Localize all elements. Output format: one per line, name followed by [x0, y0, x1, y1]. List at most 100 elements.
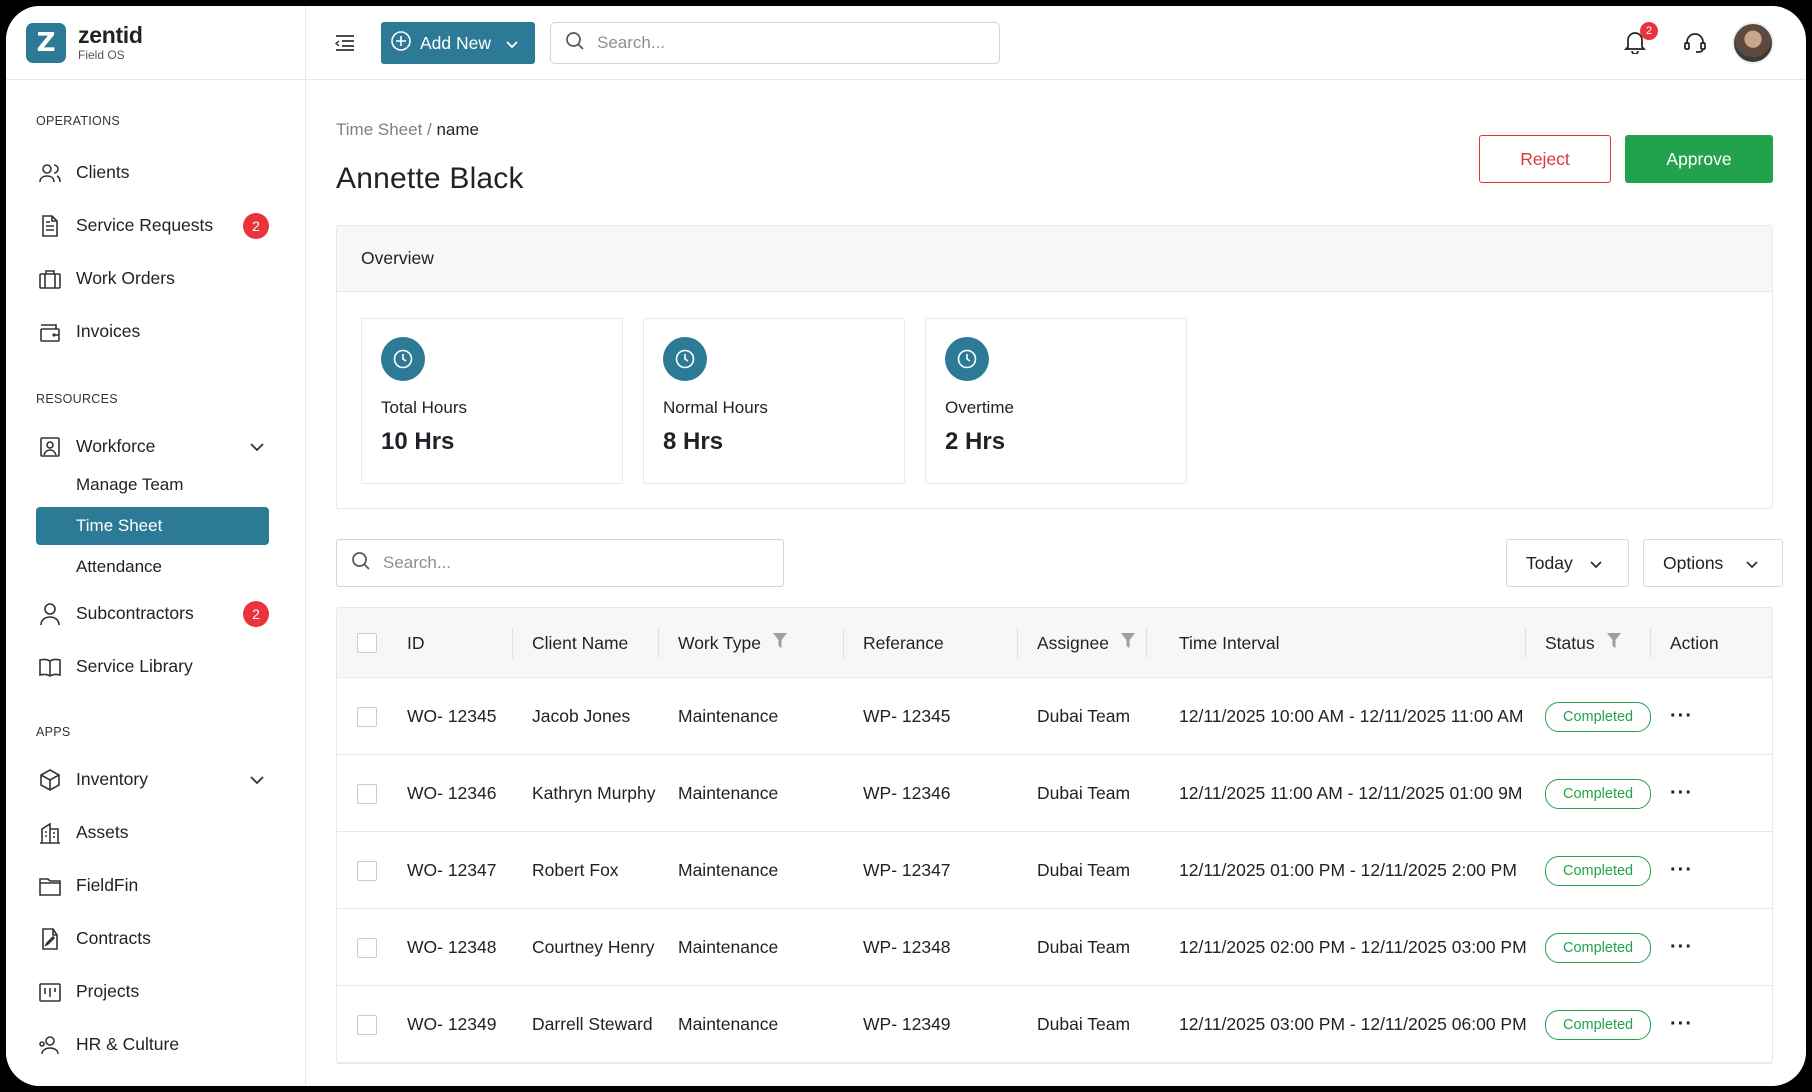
chevron-down-icon	[1589, 553, 1603, 574]
sidebar-item-invoices[interactable]: Invoices	[36, 305, 269, 358]
select-all-checkbox[interactable]	[357, 633, 377, 653]
row-checkbox[interactable]	[357, 1014, 377, 1035]
box-icon	[36, 766, 64, 794]
plus-circle-icon	[390, 30, 412, 57]
more-options-icon[interactable]: ···	[1670, 859, 1693, 882]
sidebar-item-hr-culture[interactable]: HR & Culture	[36, 1018, 269, 1071]
options-dropdown[interactable]: Options	[1643, 539, 1783, 587]
more-options-icon[interactable]: ···	[1670, 1013, 1693, 1036]
filter-icon[interactable]	[773, 632, 787, 654]
add-new-button[interactable]: Add New	[381, 22, 535, 64]
count-badge: 2	[243, 212, 269, 239]
sidebar-item-subcontractors[interactable]: Subcontractors 2	[36, 587, 269, 640]
row-checkbox[interactable]	[357, 860, 377, 881]
sidebar-item-clients[interactable]: Clients	[36, 146, 269, 199]
row-checkbox[interactable]	[357, 937, 377, 958]
sidebar-item-work-orders[interactable]: Work Orders	[36, 252, 269, 305]
section-apps: APPS	[36, 725, 71, 739]
sidebar-item-workforce[interactable]: Workforce	[36, 420, 269, 473]
menu-toggle-icon[interactable]	[334, 34, 356, 57]
cell-client: Kathryn Murphy	[532, 783, 656, 803]
more-options-icon[interactable]: ···	[1670, 782, 1693, 805]
breadcrumb: Time Sheet / name	[336, 120, 479, 140]
chevron-down-icon[interactable]	[249, 769, 265, 790]
column-label: Assignee	[1037, 632, 1109, 653]
sidebar-item-assets[interactable]: Assets	[36, 806, 269, 859]
building-icon	[36, 819, 64, 847]
sidebar-item-time-sheet[interactable]: Time Sheet	[36, 507, 269, 545]
cell-time-interval: 12/11/2025 02:00 PM - 12/11/2025 03:00 P…	[1179, 937, 1527, 957]
cell-reference: WP- 12348	[863, 937, 951, 957]
row-checkbox[interactable]	[357, 706, 377, 727]
approve-button[interactable]: Approve	[1625, 135, 1773, 183]
cell-time-interval: 12/11/2025 03:00 PM - 12/11/2025 06:00 P…	[1179, 1014, 1527, 1034]
sidebar-nav: OPERATIONS Clients Service Requests 2 Wo…	[6, 114, 305, 1071]
section-resources: RESOURCES	[36, 392, 118, 406]
column-header-time-interval[interactable]: Time Interval	[1179, 608, 1280, 678]
cell-reference: WP- 12346	[863, 783, 951, 803]
reject-button[interactable]: Reject	[1479, 135, 1611, 183]
timesheet-table: ID Client Name Work Type Referance Assig…	[336, 607, 1773, 1064]
brand[interactable]: Z zentid Field OS	[6, 6, 305, 80]
column-header-client[interactable]: Client Name	[532, 608, 628, 678]
column-header-work-type[interactable]: Work Type	[678, 608, 787, 678]
table-search	[336, 539, 784, 587]
table-header: ID Client Name Work Type Referance Assig…	[337, 608, 1772, 678]
more-options-icon[interactable]: ···	[1670, 936, 1693, 959]
cell-reference: WP- 12345	[863, 706, 951, 726]
status-badge: Completed	[1545, 932, 1652, 963]
date-range-dropdown[interactable]: Today	[1506, 539, 1629, 587]
users-icon	[36, 159, 64, 187]
sidebar-item-label: Service Requests	[76, 215, 214, 235]
headset-icon[interactable]	[1683, 30, 1707, 59]
sidebar-item-label: Workforce	[76, 436, 156, 456]
sidebar-item-label: Contracts	[76, 928, 151, 948]
column-label: Status	[1545, 632, 1595, 653]
table-search-input[interactable]	[383, 553, 743, 573]
id-badge-icon	[36, 433, 64, 461]
sidebar-item-service-library[interactable]: Service Library	[36, 640, 269, 693]
clock-icon	[663, 337, 707, 381]
filter-icon[interactable]	[1121, 632, 1135, 654]
global-search	[550, 22, 1000, 64]
sidebar-item-service-requests[interactable]: Service Requests 2	[36, 199, 269, 252]
date-range-value: Today	[1526, 552, 1573, 573]
book-icon	[36, 653, 64, 681]
sidebar-item-label: FieldFin	[76, 875, 139, 895]
sidebar-item-projects[interactable]: Projects	[36, 965, 269, 1018]
column-header-action: Action	[1670, 632, 1719, 653]
table-row[interactable]: WO- 12345 Jacob Jones Maintenance WP- 12…	[337, 678, 1772, 755]
sidebar-item-fieldfin[interactable]: FieldFin	[36, 859, 269, 912]
sidebar-item-label: Subcontractors	[76, 603, 194, 623]
briefcase-icon	[36, 265, 64, 293]
chevron-down-icon	[505, 33, 519, 54]
table-row[interactable]: WO- 12347 Robert Fox Maintenance WP- 123…	[337, 832, 1772, 909]
column-header-assignee[interactable]: Assignee	[1037, 608, 1135, 678]
table-row[interactable]: WO- 12349 Darrell Steward Maintenance WP…	[337, 986, 1772, 1063]
chevron-down-icon[interactable]	[249, 436, 265, 457]
stat-card-normal-hours: Normal Hours 8 Hrs	[643, 318, 905, 484]
column-header-status[interactable]: Status	[1545, 608, 1621, 678]
more-options-icon[interactable]: ···	[1670, 705, 1693, 728]
row-checkbox[interactable]	[357, 783, 377, 804]
sidebar-item-inventory[interactable]: Inventory	[36, 753, 269, 806]
avatar[interactable]	[1732, 22, 1774, 64]
filter-icon[interactable]	[1606, 632, 1621, 654]
chevron-down-icon	[1745, 553, 1759, 574]
cell-work-type: Maintenance	[678, 706, 779, 726]
cell-id: WO- 12346	[407, 783, 497, 803]
table-row[interactable]: WO- 12346 Kathryn Murphy Maintenance WP-…	[337, 755, 1772, 832]
column-header-reference[interactable]: Referance	[863, 608, 944, 678]
column-label: Work Type	[678, 632, 761, 653]
brand-logo: Z	[26, 22, 66, 63]
global-search-input[interactable]	[597, 33, 957, 53]
status-badge: Completed	[1545, 701, 1652, 732]
column-header-id[interactable]: ID	[407, 608, 425, 678]
stat-value: 2 Hrs	[945, 428, 1006, 455]
breadcrumb-root[interactable]: Time Sheet	[336, 120, 422, 139]
notifications-button[interactable]: 2	[1623, 22, 1658, 59]
sidebar-item-attendance[interactable]: Attendance	[36, 547, 269, 587]
sidebar-item-contracts[interactable]: Contracts	[36, 912, 269, 965]
table-row[interactable]: WO- 12348 Courtney Henry Maintenance WP-…	[337, 909, 1772, 986]
sidebar-item-label: Clients	[76, 162, 130, 182]
